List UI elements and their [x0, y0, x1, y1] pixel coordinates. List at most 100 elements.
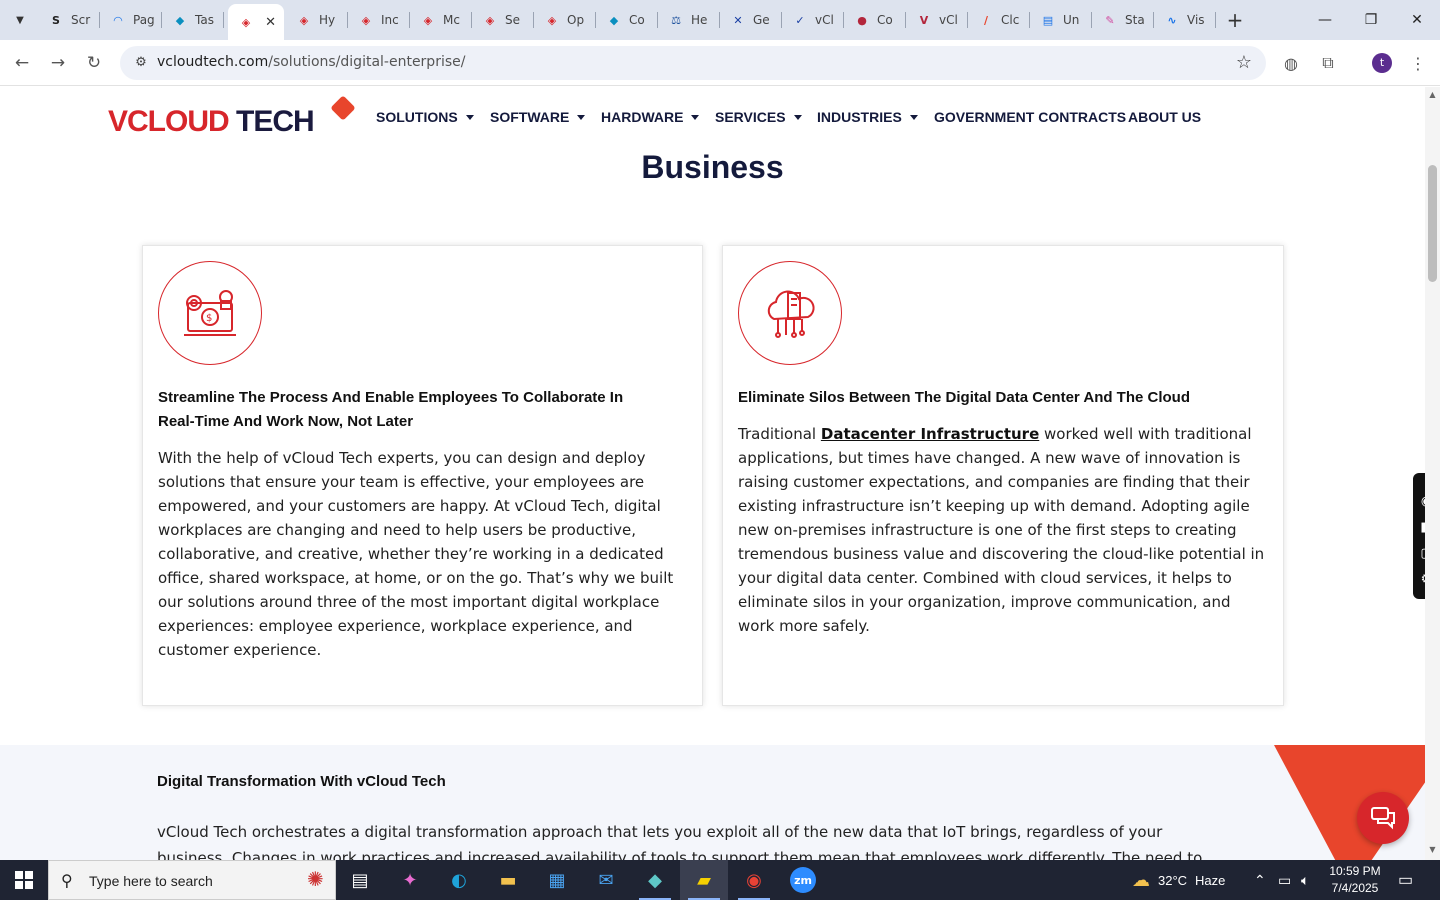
- copilot-icon[interactable]: ✦: [386, 860, 434, 900]
- store-icon[interactable]: ▦: [533, 860, 581, 900]
- network-icon[interactable]: ▭: [1278, 860, 1291, 900]
- nav-item-government-contracts[interactable]: GOVERNMENT CONTRACTS: [934, 109, 1126, 125]
- chrome-icon[interactable]: ◉: [730, 860, 778, 900]
- volume-icon[interactable]: 🔈︎: [1301, 860, 1309, 900]
- browser-tab[interactable]: ◠ Pag: [100, 6, 162, 34]
- back-button[interactable]: ←: [10, 51, 34, 75]
- translate-icon[interactable]: ◍: [1278, 50, 1304, 76]
- nav-label: INDUSTRIES: [817, 109, 902, 125]
- weather-widget[interactable]: ☁ 32°C Haze: [1132, 860, 1225, 900]
- haze-icon: ☁: [1132, 869, 1150, 890]
- nav-item-services[interactable]: SERVICES: [715, 109, 802, 125]
- site-info-icon[interactable]: ⚙: [132, 54, 150, 72]
- mail-icon[interactable]: ✉: [582, 860, 630, 900]
- lower-section-body: vCloud Tech orchestrates a digital trans…: [157, 823, 1203, 860]
- nav-item-software[interactable]: SOFTWARE: [490, 109, 586, 125]
- browser-tab[interactable]: S Scr: [38, 6, 100, 34]
- tab-favicon-icon: ◈: [299, 13, 309, 27]
- browser-tab[interactable]: ● Co: [844, 6, 906, 34]
- page-scrollbar[interactable]: ▲ ▼: [1425, 87, 1440, 860]
- digital-transformation-section: Digital Transformation With vCloud Tech …: [0, 745, 1425, 860]
- scroll-up-icon[interactable]: ▲: [1428, 90, 1437, 99]
- tab-label: Vis: [1187, 13, 1205, 27]
- tab-favicon-icon: ●: [857, 13, 867, 27]
- close-window-button[interactable]: ✕: [1394, 0, 1440, 40]
- taskbar-search[interactable]: ⚲ Type here to search ✺: [48, 860, 336, 900]
- taskbar-clock[interactable]: 10:59 PM 7/4/2025: [1322, 863, 1388, 897]
- browser-tab[interactable]: ⚖ He: [658, 6, 720, 34]
- task-view-icon[interactable]: ▤: [336, 860, 384, 900]
- search-highlight-icon: ✺: [307, 867, 324, 891]
- start-button[interactable]: [0, 860, 48, 900]
- browser-tab[interactable]: ✓ vCl: [782, 6, 844, 34]
- reload-button[interactable]: ↻: [82, 51, 106, 75]
- browser-tab[interactable]: ◆ Tas: [162, 6, 224, 34]
- card-body-prefix: Traditional: [738, 425, 821, 443]
- section-heading: Business: [641, 149, 784, 185]
- nav-item-hardware[interactable]: HARDWARE: [601, 109, 700, 125]
- file-explorer-icon[interactable]: ▬: [484, 860, 532, 900]
- restore-button[interactable]: ❐: [1348, 0, 1394, 40]
- tab-favicon-icon: ✓: [795, 13, 805, 27]
- profile-avatar[interactable]: t: [1372, 53, 1392, 73]
- nav-item-industries[interactable]: INDUSTRIES: [817, 109, 918, 125]
- sticky-notes-icon[interactable]: ▰: [680, 860, 728, 900]
- cloud-datacenter-icon: [738, 261, 842, 365]
- datacenter-infrastructure-link[interactable]: Datacenter Infrastructure: [821, 425, 1039, 443]
- zoom-icon[interactable]: zm: [779, 860, 827, 900]
- forward-button[interactable]: →: [46, 51, 70, 75]
- minimize-icon: —: [1318, 12, 1332, 28]
- search-icon: ⚲: [61, 871, 73, 890]
- browser-tab[interactable]: ◈ ✕: [228, 4, 284, 40]
- chat-button[interactable]: [1357, 792, 1409, 844]
- tab-favicon-icon: ✕: [733, 13, 743, 27]
- menu-dots-icon[interactable]: ⋮: [1405, 50, 1431, 76]
- browser-tab[interactable]: ◈ Inc: [348, 6, 410, 34]
- tray-overflow-icon[interactable]: ⌃: [1254, 860, 1266, 900]
- tab-search-button[interactable]: ▼: [8, 8, 32, 32]
- tab-favicon-icon: ◈: [423, 13, 433, 27]
- browser-tab[interactable]: ∿ Vis: [1154, 6, 1216, 34]
- scroll-down-icon[interactable]: ▼: [1428, 845, 1437, 854]
- bookmark-star-icon[interactable]: ☆: [1236, 52, 1252, 73]
- scroll-thumb[interactable]: [1428, 165, 1437, 282]
- browser-tab[interactable]: ◈ Hy: [286, 6, 348, 34]
- weather-temp: 32°C: [1158, 872, 1188, 888]
- notification-icon[interactable]: ▭: [1398, 860, 1413, 900]
- tab-strip: ▼ S Scr ◠ Pag ◆ Tas ◈ ✕ ◈ Hy ◈ Inc ◈ Mc ◈ Se ◈ Op ◆ Co ⚖ He ✕ G…: [0, 0, 1440, 40]
- browser-tab[interactable]: ∕ Clc: [968, 6, 1030, 34]
- browser-tab[interactable]: ✕ Ge: [720, 6, 782, 34]
- minimize-button[interactable]: —: [1302, 0, 1348, 40]
- extensions-icon[interactable]: ⧉: [1315, 50, 1341, 76]
- svg-text:$: $: [206, 313, 212, 324]
- app-icon[interactable]: ◆: [631, 860, 679, 900]
- card-title: Eliminate Silos Between The Digital Data…: [738, 389, 1191, 406]
- nav-item-solutions[interactable]: SOLUTIONS: [376, 109, 474, 125]
- browser-tab[interactable]: ◈ Mc: [410, 6, 472, 34]
- tab-favicon-icon: ◆: [175, 13, 185, 27]
- browser-tab[interactable]: ◈ Se: [472, 6, 534, 34]
- tab-favicon-icon: ∕: [983, 13, 989, 27]
- address-bar[interactable]: ⚙ vcloudtech.com/solutions/digital-enter…: [120, 46, 1266, 80]
- logo-text: VCLOUD TECH: [108, 105, 315, 139]
- new-tab-button[interactable]: +: [1224, 9, 1246, 31]
- browser-tab[interactable]: ◈ Op: [534, 6, 596, 34]
- tab-favicon-icon: V: [919, 13, 929, 27]
- site-logo[interactable]: VCLOUD TECH: [108, 95, 358, 141]
- windows-logo-icon: [15, 871, 33, 889]
- browser-tab[interactable]: ◆ Co: [596, 6, 658, 34]
- tab-label: Scr: [71, 13, 91, 27]
- browser-tab[interactable]: ▤ Un: [1030, 6, 1092, 34]
- tab-label: Clc: [1001, 13, 1020, 27]
- close-tab-icon[interactable]: ✕: [265, 15, 276, 30]
- tab-label: Se: [505, 13, 520, 27]
- feature-card-collaboration: $ Streamline The Process And Enable Empl…: [142, 245, 703, 706]
- nav-item-about-us[interactable]: ABOUT US: [1128, 109, 1201, 125]
- tab-label: Hy: [319, 13, 336, 27]
- browser-tab[interactable]: ✎ Sta: [1092, 6, 1154, 34]
- browser-tab[interactable]: VvCl: [906, 6, 968, 34]
- edge-icon[interactable]: ◐: [435, 860, 483, 900]
- nav-label: SOFTWARE: [490, 109, 570, 125]
- tab-favicon-icon: ◈: [361, 13, 371, 27]
- url-text[interactable]: vcloudtech.com/solutions/digital-enterpr…: [157, 54, 465, 70]
